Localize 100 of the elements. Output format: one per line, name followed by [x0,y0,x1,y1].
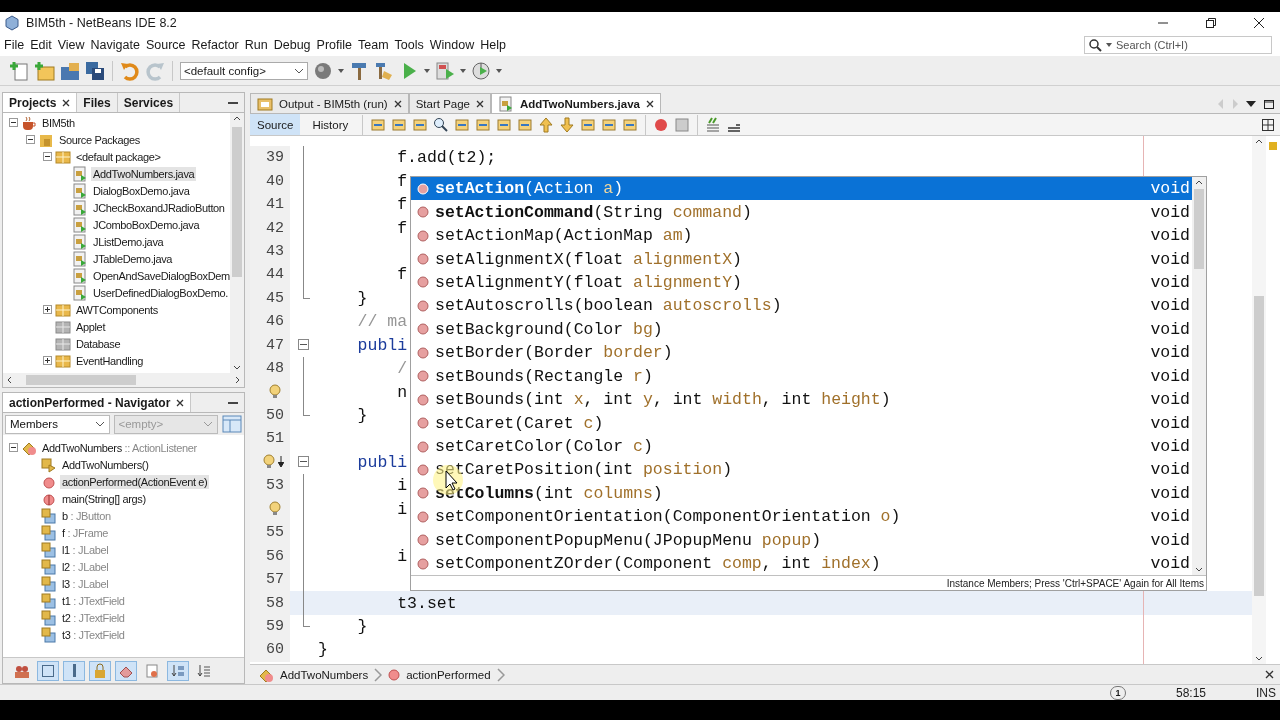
completion-item[interactable]: setComponentZOrder(Component comp, int index) void [411,552,1192,576]
arrow-up-icon[interactable] [233,116,241,121]
tree-item[interactable]: JListDemo.java [91,234,166,249]
tree-item[interactable]: JCheckBoxandJRadioButton [91,200,227,215]
member-item[interactable]: f : JFrame [60,525,111,540]
expand-icon[interactable] [43,356,52,365]
filter-button[interactable] [63,660,85,681]
close-icon[interactable] [176,398,185,407]
new-project-icon[interactable] [35,60,55,81]
globe-icon[interactable] [313,60,333,81]
config-dropdown[interactable]: <default config> [180,61,308,80]
completion-item[interactable]: setBounds(int x, int y, int width, int height) void [411,387,1192,412]
menu-item[interactable]: Debug [271,38,315,52]
filter-button[interactable] [167,660,189,681]
breadcrumb[interactable]: AddTwoNumbers [280,668,369,681]
save-all-icon[interactable] [85,60,105,81]
completion-item[interactable]: setBorder(Border border) void [411,341,1192,365]
member-item[interactable]: actionPerformed(ActionEvent e) [60,474,210,489]
menu-item[interactable]: Edit [28,38,56,52]
tree-item[interactable]: UserDefinedDialogBoxDemo. [91,285,230,300]
collapse-icon[interactable] [298,338,309,350]
member-item[interactable]: t3 : JTextField [60,627,127,642]
caret-icon[interactable] [294,67,304,74]
menu-item[interactable]: View [55,38,89,52]
close-icon[interactable] [476,99,484,108]
arrow-right-icon[interactable] [235,376,240,384]
close-icon[interactable] [1265,670,1274,679]
tree-item[interactable]: EventHandling [74,353,145,368]
scrollbar[interactable] [1192,177,1206,576]
panel-tab[interactable]: Projects [3,93,78,112]
record-icon[interactable] [653,116,670,133]
member-item[interactable]: AddTwoNumbers() [60,457,151,472]
caret-icon[interactable] [1106,43,1112,47]
menu-item[interactable]: Window [427,38,479,52]
tree-item[interactable]: DialogBoxDemo.java [91,183,192,198]
panel-tab[interactable]: actionPerformed - Navigator [3,393,192,412]
view-tab[interactable]: History [305,114,356,135]
collapse-icon[interactable] [26,135,35,144]
filter-dropdown[interactable]: Members [5,414,110,434]
close-icon[interactable] [62,98,71,107]
member-item[interactable]: b : JButton [60,508,113,523]
collapse-icon[interactable] [9,443,18,452]
close-icon[interactable] [645,99,654,108]
member-item[interactable]: t1 : JTextField [60,593,127,608]
collapse-icon[interactable] [298,455,309,467]
filter-button[interactable] [115,660,137,681]
search-box[interactable]: Search (Ctrl+I) [1084,36,1272,54]
editor-tab[interactable]: Output - BIM5th (run) [250,93,409,113]
caret-icon[interactable] [460,68,466,73]
menu-item[interactable]: Profile [314,38,356,52]
menu-item[interactable]: Help [478,38,510,52]
magnifier-icon[interactable] [433,116,450,133]
menu-item[interactable]: File [2,38,29,52]
arrow-left-icon[interactable] [7,376,12,384]
profile-icon[interactable] [471,60,491,81]
class-name[interactable]: AddTwoNumbers :: ActionListener [40,440,199,455]
completion-item[interactable]: setComponentOrientation(ComponentOrientation o) void [411,505,1192,529]
completion-item[interactable]: setActionMap(ActionMap am) void [411,223,1192,248]
completion-item[interactable]: setBounds(Rectangle r) void [411,364,1192,388]
hammer-icon[interactable] [349,60,369,81]
tree-item[interactable]: JTableDemo.java [91,251,175,266]
arrow-down-icon[interactable] [1255,656,1263,661]
completion-item[interactable]: setCaretColor(Color c) void [411,434,1192,459]
close-icon[interactable] [393,99,402,108]
completion-item[interactable]: setAutoscrolls(boolean autoscrolls) void [411,294,1192,318]
tree-item[interactable]: <default package> [74,149,163,164]
debug-icon[interactable] [435,60,455,81]
tree-item[interactable]: JComboBoxDemo.java [91,217,202,232]
member-item[interactable]: l2 : JLabel [60,559,111,574]
caret-icon[interactable] [338,68,344,73]
tree-item[interactable]: Applet [74,319,108,334]
tree-item[interactable]: AWTComponents [74,302,160,317]
completion-item[interactable]: setActionCommand(String command) void [411,200,1192,224]
editor-tab[interactable]: AddTwoNumbers.java [491,93,661,113]
caret-icon[interactable] [94,421,105,427]
member-item[interactable]: main(String[] args) [60,491,148,506]
hammer-broom-icon[interactable] [374,60,394,81]
menu-item[interactable]: Tools [392,38,428,52]
comment-icon[interactable] [705,116,722,133]
completion-item[interactable]: setAlignmentY(float alignmentY) void [411,270,1192,295]
collapse-icon[interactable] [9,118,18,127]
arrow-up-icon[interactable] [1255,139,1263,144]
editor-tab[interactable]: Start Page [408,93,491,113]
maximize-icon[interactable] [1264,99,1274,109]
up-icon[interactable] [538,116,555,133]
search-icon[interactable] [1088,38,1102,52]
caret-icon[interactable] [424,68,430,73]
member-item[interactable]: l1 : JLabel [60,542,111,557]
member-item[interactable]: l3 : JLabel [60,576,111,591]
close-icon[interactable] [1254,18,1264,28]
menu-item[interactable]: Team [356,38,393,52]
scrollbar[interactable] [1252,136,1266,664]
expand-icon[interactable] [43,305,52,314]
tree-item[interactable]: AddTwoNumbers.java [91,166,197,181]
menu-item[interactable]: Navigate [88,38,144,52]
caret-icon[interactable] [496,68,502,73]
tree-item[interactable]: BIM5th [40,115,77,130]
restore-icon[interactable] [1206,18,1216,28]
new-file-icon[interactable] [10,60,30,81]
completion-item[interactable]: setAlignmentX(float alignmentX) void [411,247,1192,271]
